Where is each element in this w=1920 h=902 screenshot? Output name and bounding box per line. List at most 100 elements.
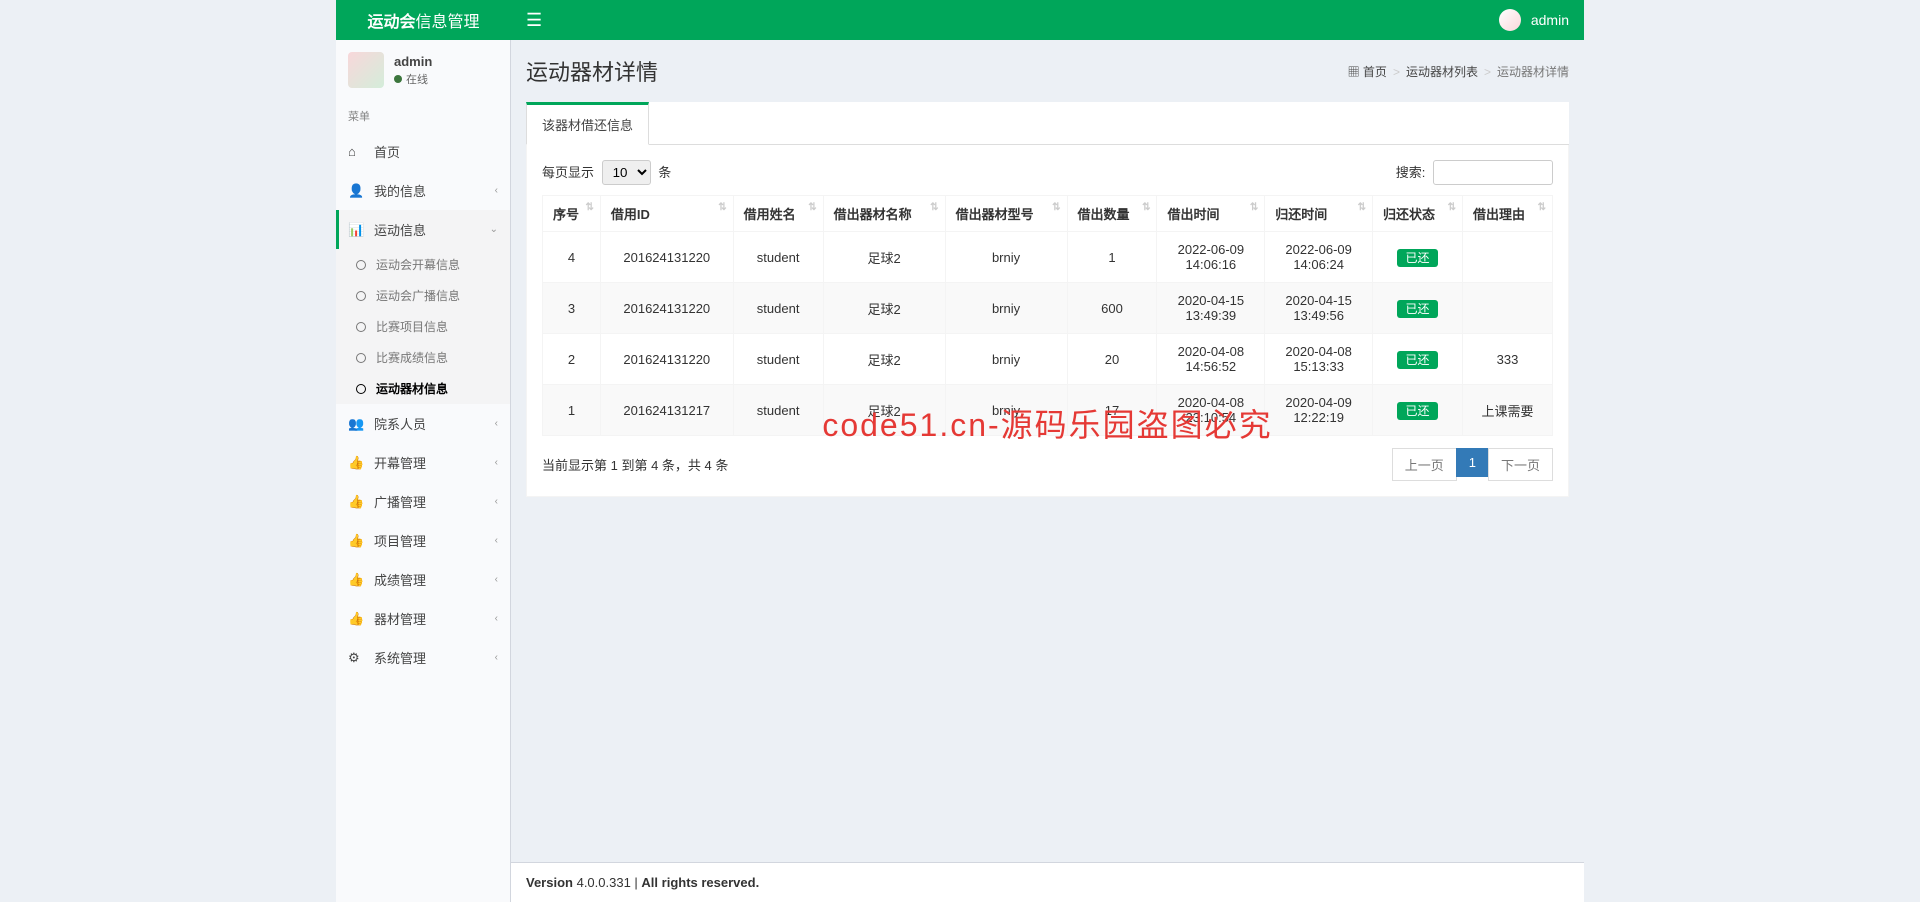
status-badge: 已还 (1397, 300, 1437, 318)
menu-header: 菜单 (336, 100, 510, 132)
thumbs-icon: 👍 (348, 494, 364, 510)
avatar (348, 52, 384, 88)
sidebar-item-开幕管理[interactable]: 👍开幕管理‹ (336, 443, 510, 482)
sort-icon: ⇅ (930, 202, 938, 213)
breadcrumb-item: 运动器材详情 (1484, 63, 1569, 80)
sort-icon: ⇅ (1250, 202, 1258, 213)
sort-icon: ⇅ (1142, 202, 1150, 213)
sidebar-toggle-icon[interactable]: ☰ (526, 10, 542, 31)
thumbs-icon: 👍 (348, 611, 364, 627)
sort-icon: ⇅ (1538, 202, 1546, 213)
column-header[interactable]: 归还时间⇅ (1265, 196, 1373, 232)
sidebar-item-成绩管理[interactable]: 👍成绩管理‹ (336, 560, 510, 599)
sidebar-subitem-运动会开幕信息[interactable]: 运动会开幕信息 (336, 249, 510, 280)
sidebar-item-运动信息[interactable]: 📊运动信息⌄ (336, 210, 510, 249)
user-icon: 👤 (348, 183, 364, 199)
sidebar-subitem-运动会广播信息[interactable]: 运动会广播信息 (336, 280, 510, 311)
header-username: admin (1531, 12, 1569, 28)
avatar-icon (1499, 9, 1521, 31)
circle-icon (356, 260, 366, 270)
sidebar-item-系统管理[interactable]: ⚙系统管理‹ (336, 638, 510, 677)
sort-icon: ⇅ (1052, 202, 1060, 213)
table-row: 3 201624131220 student 足球2 brniy 600 202… (543, 283, 1553, 334)
tabs: 该器材借还信息 (526, 102, 1569, 145)
column-header[interactable]: 借出器材型号⇅ (945, 196, 1067, 232)
table-box: 每页显示 10 条 搜索: 序号⇅借用ID⇅借用姓名⇅借出器材名称⇅借出器材型号… (526, 145, 1569, 497)
circle-icon (356, 384, 366, 394)
dashboard-icon: ▦ (1348, 65, 1360, 79)
sidebar-item-首页[interactable]: ⌂首页 (336, 132, 510, 171)
column-header[interactable]: 借出时间⇅ (1157, 196, 1265, 232)
sort-icon: ⇅ (1358, 202, 1366, 213)
sidebar-item-广播管理[interactable]: 👍广播管理‹ (336, 482, 510, 521)
chevron-left-icon: ‹ (495, 185, 498, 196)
content-header: 运动器材详情 ▦ 首页运动器材列表运动器材详情 (511, 40, 1584, 87)
thumbs-icon: 👍 (348, 572, 364, 588)
sidebar-subitem-比赛成绩信息[interactable]: 比赛成绩信息 (336, 342, 510, 373)
chevron-left-icon: ‹ (495, 496, 498, 507)
chevron-left-icon: ‹ (495, 418, 498, 429)
tab-borrow-info[interactable]: 该器材借还信息 (526, 102, 649, 144)
column-header[interactable]: 借出器材名称⇅ (823, 196, 945, 232)
column-header[interactable]: 归还状态⇅ (1373, 196, 1463, 232)
navbar: ☰ admin (511, 9, 1584, 31)
logo[interactable]: 运动会信息管理 (336, 8, 511, 32)
table-info: 当前显示第 1 到第 4 条，共 4 条 (542, 455, 728, 474)
page-prev[interactable]: 上一页 (1393, 448, 1457, 481)
breadcrumb: ▦ 首页运动器材列表运动器材详情 (1348, 63, 1569, 80)
sort-icon: ⇅ (1448, 202, 1456, 213)
column-header[interactable]: 借出数量⇅ (1067, 196, 1157, 232)
data-table: 序号⇅借用ID⇅借用姓名⇅借出器材名称⇅借出器材型号⇅借出数量⇅借出时间⇅归还时… (542, 195, 1553, 436)
chevron-left-icon: ‹ (495, 574, 498, 585)
user-status: 在线 (394, 71, 432, 87)
user-menu[interactable]: admin (1499, 9, 1569, 31)
footer: Version 4.0.0.331 | All rights reserved. (511, 862, 1584, 902)
status-dot-icon (394, 75, 402, 83)
chevron-left-icon: ‹ (495, 535, 498, 546)
chevron-left-icon: ‹ (495, 652, 498, 663)
status-badge: 已还 (1397, 351, 1437, 369)
home-icon: ⌂ (348, 144, 364, 159)
sidebar-item-我的信息[interactable]: 👤我的信息‹ (336, 171, 510, 210)
column-header[interactable]: 借出理由⇅ (1462, 196, 1552, 232)
circle-icon (356, 291, 366, 301)
breadcrumb-item[interactable]: ▦ 首页 (1348, 63, 1387, 80)
sidebar: admin 在线 菜单 ⌂首页👤我的信息‹📊运动信息⌄运动会开幕信息运动会广播信… (336, 40, 511, 902)
chevron-left-icon: ‹ (495, 457, 498, 468)
breadcrumb-item[interactable]: 运动器材列表 (1393, 63, 1478, 80)
table-search: 搜索: (1396, 160, 1553, 185)
thumbs-icon: 👍 (348, 455, 364, 471)
user-panel: admin 在线 (336, 40, 510, 100)
sort-icon: ⇅ (808, 202, 816, 213)
sidebar-subitem-比赛项目信息[interactable]: 比赛项目信息 (336, 311, 510, 342)
sidebar-item-院系人员[interactable]: 👥院系人员‹ (336, 404, 510, 443)
circle-icon (356, 322, 366, 332)
sidebar-username: admin (394, 54, 432, 69)
pagination: 上一页 1 下一页 (1393, 448, 1553, 481)
sidebar-item-器材管理[interactable]: 👍器材管理‹ (336, 599, 510, 638)
column-header[interactable]: 借用ID⇅ (600, 196, 733, 232)
page-length-select[interactable]: 10 (602, 160, 651, 185)
thumbs-icon: 👍 (348, 533, 364, 549)
sort-icon: ⇅ (718, 202, 726, 213)
page-next[interactable]: 下一页 (1489, 448, 1553, 481)
table-row: 2 201624131220 student 足球2 brniy 20 2020… (543, 334, 1553, 385)
column-header[interactable]: 借用姓名⇅ (733, 196, 823, 232)
sidebar-subitem-运动器材信息[interactable]: 运动器材信息 (336, 373, 510, 404)
search-input[interactable] (1433, 160, 1553, 185)
gear-icon: ⚙ (348, 650, 364, 666)
circle-icon (356, 353, 366, 363)
column-header[interactable]: 序号⇅ (543, 196, 601, 232)
table-row: 4 201624131220 student 足球2 brniy 1 2022-… (543, 232, 1553, 283)
main-header: 运动会信息管理 ☰ admin (336, 0, 1584, 40)
content-wrapper: 运动器材详情 ▦ 首页运动器材列表运动器材详情 该器材借还信息 每页显示 10 … (511, 40, 1584, 902)
status-badge: 已还 (1397, 249, 1437, 267)
sidebar-item-项目管理[interactable]: 👍项目管理‹ (336, 521, 510, 560)
page-title: 运动器材详情 (526, 55, 658, 87)
chevron-left-icon: ‹ (495, 613, 498, 624)
table-row: 1 201624131217 student 足球2 brniy 17 2020… (543, 385, 1553, 436)
chevron-down-icon: ⌄ (490, 224, 498, 235)
table-length: 每页显示 10 条 (542, 160, 671, 185)
users-icon: 👥 (348, 416, 364, 432)
page-1[interactable]: 1 (1457, 448, 1489, 481)
